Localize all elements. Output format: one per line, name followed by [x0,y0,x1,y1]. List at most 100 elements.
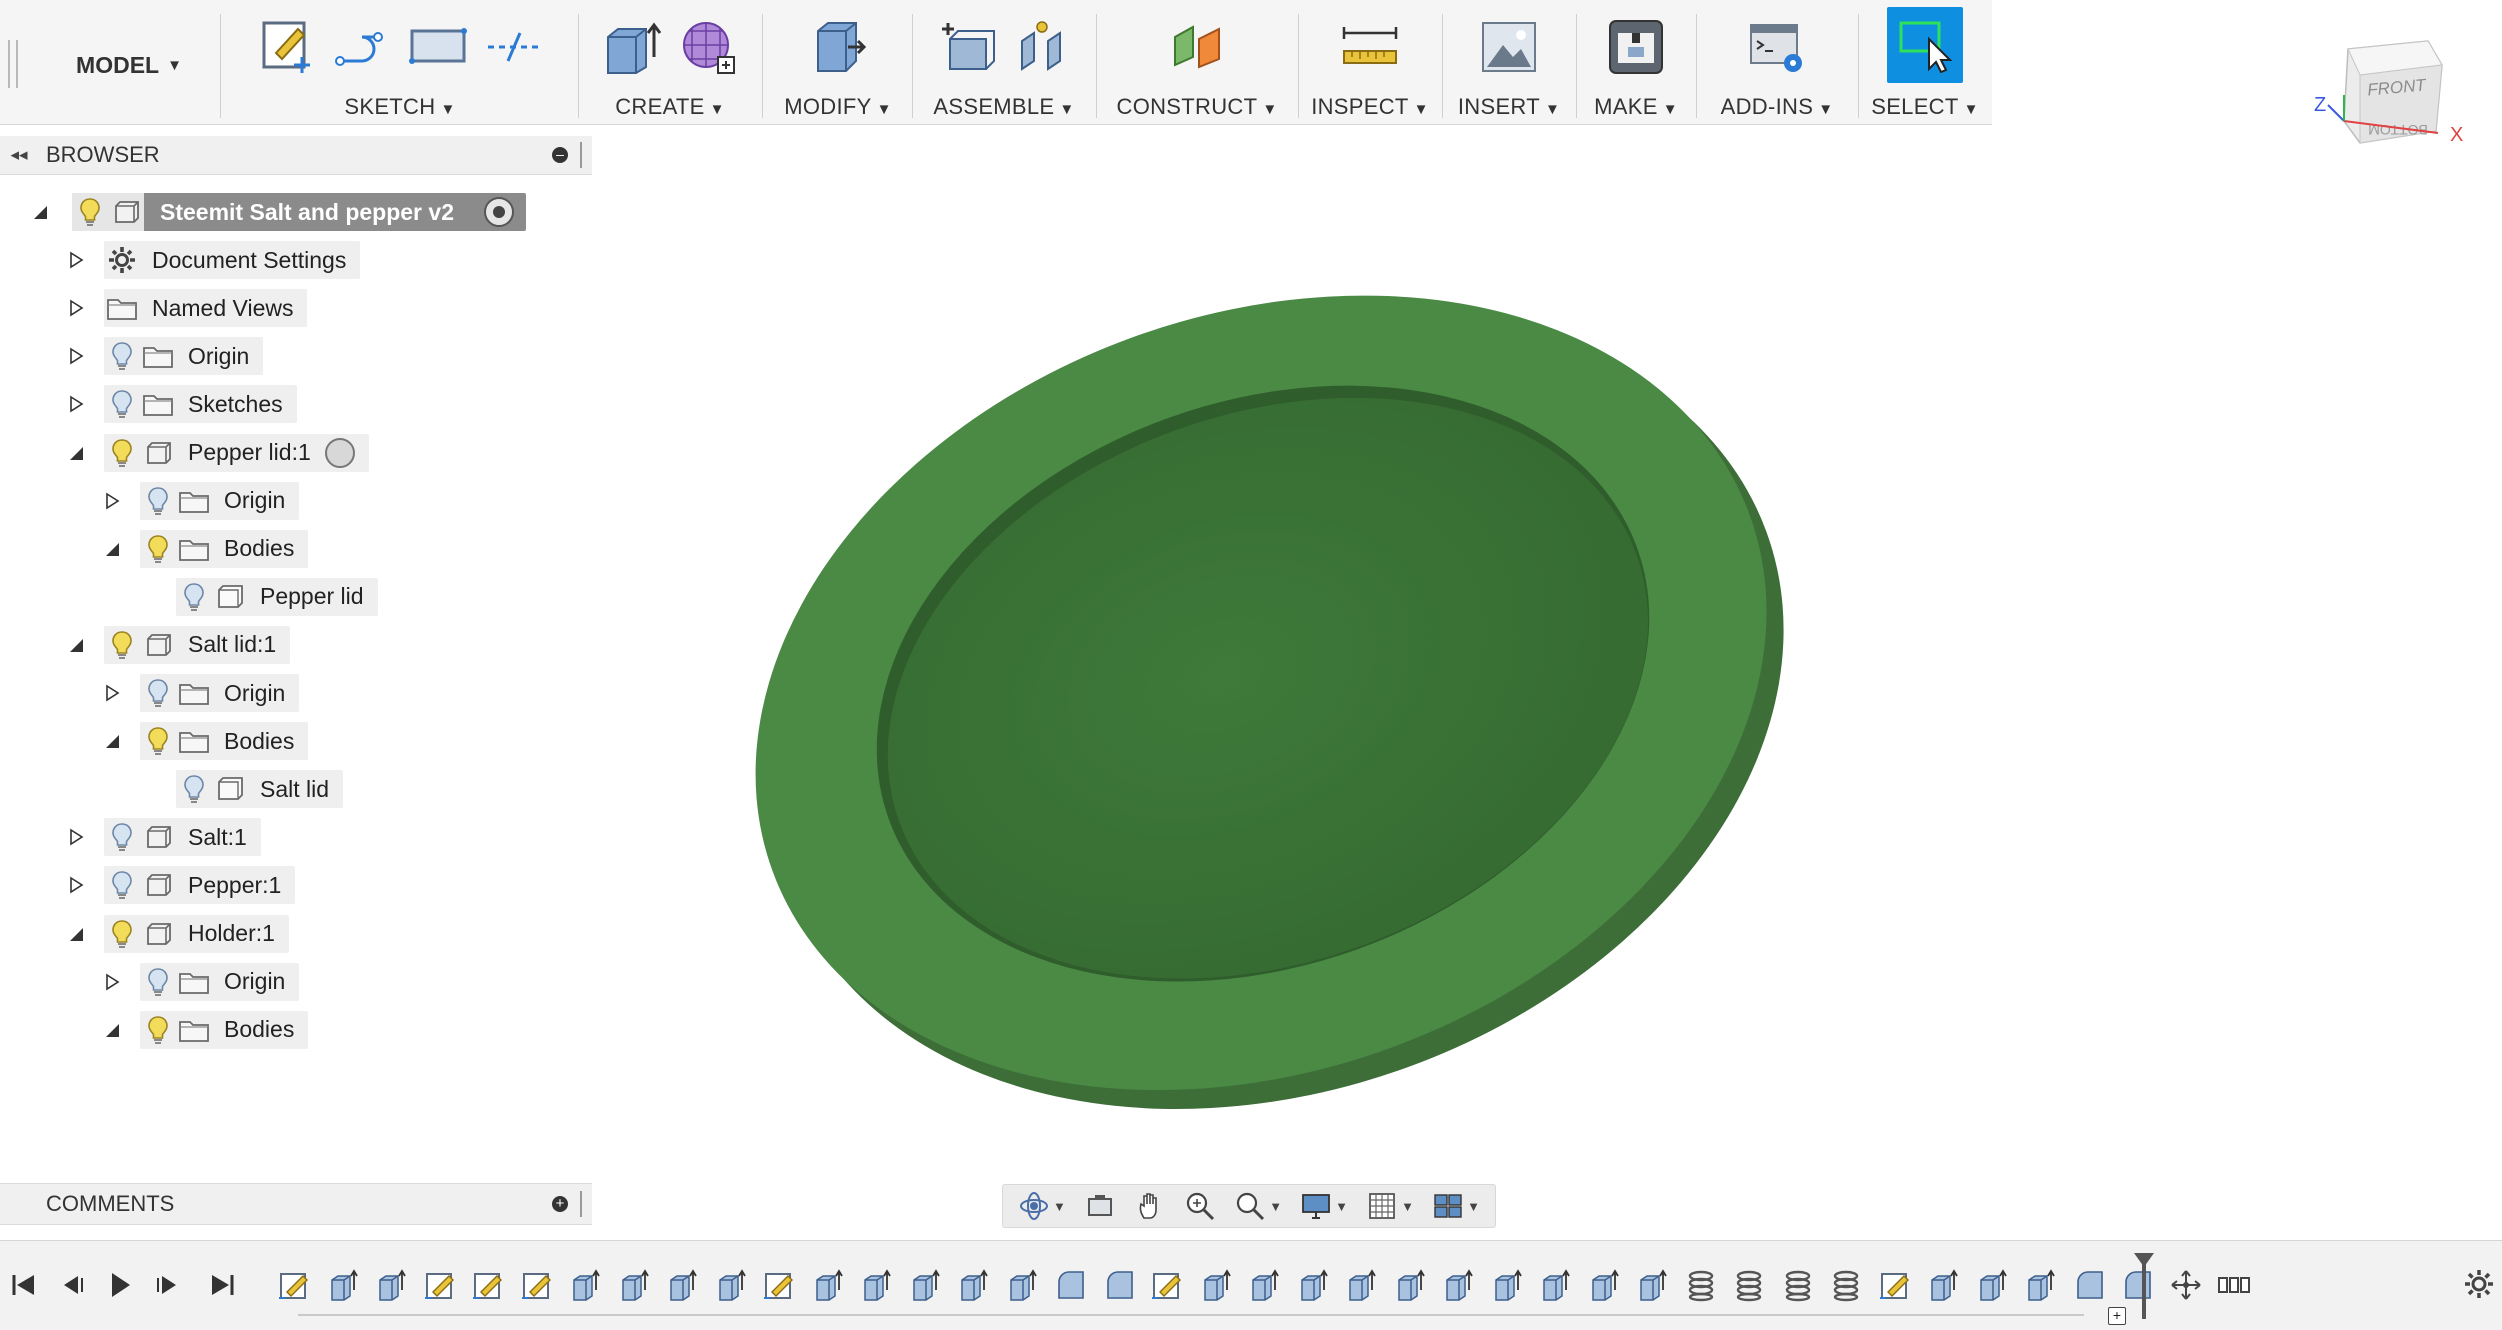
lightbulb-icon[interactable] [176,772,212,806]
go-to-start-button[interactable] [6,1267,42,1303]
workspace-switcher[interactable]: MODEL ▼ [44,30,214,100]
look-at-button[interactable] [1084,1190,1116,1222]
timeline-marker[interactable] [2142,1259,2146,1319]
toolbar-grip[interactable] [8,40,18,88]
timeline-feature-extrude[interactable] [1392,1267,1428,1303]
timeline-feature-extrude[interactable] [1004,1267,1040,1303]
timeline-feature-extrude[interactable] [1537,1267,1573,1303]
timeline-settings-button[interactable] [2462,1267,2498,1303]
lid-model[interactable] [720,225,1800,1155]
timeline-feature-extrude[interactable] [1440,1267,1476,1303]
timeline-feature-sketch[interactable] [519,1267,555,1303]
create-sketch-button[interactable] [255,16,317,78]
timeline-feature-extrude[interactable] [1198,1267,1234,1303]
timeline-feature-sketch[interactable] [761,1267,797,1303]
tree-expander[interactable] [102,731,122,751]
timeline-feature-move[interactable] [2168,1267,2204,1303]
add-ins-menu[interactable]: ADD-INS ▼ [1698,94,1856,120]
timeline-feature-fillet[interactable] [2119,1267,2155,1303]
modify-menu[interactable]: MODIFY ▼ [766,94,910,120]
tree-expander[interactable] [66,827,86,847]
tree-expander[interactable] [66,250,86,270]
tree-node[interactable]: Salt lid:1 [104,625,291,664]
lightbulb-icon[interactable] [176,580,212,614]
sketch-menu[interactable]: SKETCH ▼ [226,94,574,120]
tree-node[interactable]: Pepper:1 [104,866,296,905]
pane-resize-handle[interactable] [580,1191,586,1217]
tree-expander[interactable] [66,346,86,366]
tree-node[interactable]: Origin [140,962,300,1001]
timeline-feature-extrude[interactable] [373,1267,409,1303]
insert-menu[interactable]: INSERT ▼ [1444,94,1574,120]
zoom-button[interactable] [1184,1190,1216,1222]
timeline-feature-extrude[interactable] [955,1267,991,1303]
extrude-button[interactable] [601,16,663,78]
lightbulb-icon[interactable] [72,193,108,231]
timeline-feature-sketch[interactable] [1877,1267,1913,1303]
viewports-button[interactable]: ▼ [1432,1190,1480,1222]
add-comment-icon[interactable]: + [552,1196,568,1212]
tree-node[interactable]: Pepper lid [176,577,378,616]
scripts-addins-button[interactable] [1746,16,1808,78]
select-menu[interactable]: SELECT ▼ [1860,94,1990,120]
timeline-feature-extrude[interactable] [1925,1267,1961,1303]
tree-node[interactable]: Holder:1 [104,914,289,953]
line-button[interactable] [331,16,393,78]
timeline-feature-extrude[interactable] [1974,1267,2010,1303]
timeline-feature-fillet[interactable] [1101,1267,1137,1303]
construct-menu[interactable]: CONSTRUCT ▼ [1098,94,1296,120]
lightbulb-icon[interactable] [104,436,140,470]
tree-expander[interactable] [66,443,86,463]
tree-node[interactable]: Salt lid [176,770,344,809]
timeline-feature-extrude[interactable] [1489,1267,1525,1303]
lightbulb-icon[interactable] [140,965,176,999]
chevron-down-icon[interactable]: ▼ [1401,1199,1414,1214]
tree-expander[interactable] [66,298,86,318]
step-forward-button[interactable] [150,1267,186,1303]
joint-button[interactable] [1011,16,1073,78]
timeline-feature-coil[interactable] [1828,1267,1864,1303]
timeline-feature-extrude[interactable] [858,1267,894,1303]
tree-node[interactable]: Pepper lid:1 [104,433,369,472]
lightbulb-icon[interactable] [104,339,140,373]
tree-node[interactable]: Bodies [140,529,309,568]
insert-image-button[interactable] [1478,16,1540,78]
tree-node[interactable]: Document Settings [104,241,361,280]
step-back-button[interactable] [54,1267,90,1303]
timeline-feature-sketch[interactable] [276,1267,312,1303]
timeline-feature-extrude[interactable] [907,1267,943,1303]
orbit-button[interactable]: ▼ [1018,1190,1066,1222]
timeline-feature-sketch[interactable] [470,1267,506,1303]
timeline-feature-extrude[interactable] [1634,1267,1670,1303]
timeline-feature-extrude[interactable] [1343,1267,1379,1303]
model-viewport[interactable] [720,225,1800,1155]
timeline-feature-coil[interactable] [1731,1267,1767,1303]
timeline-feature-sketch[interactable] [1149,1267,1185,1303]
collapse-panel-icon[interactable]: ◂◂ [0,145,38,165]
pane-resize-handle[interactable] [580,142,586,168]
lightbulb-icon[interactable] [140,724,176,758]
pan-button[interactable] [1134,1190,1166,1222]
select-button[interactable] [1887,7,1963,83]
rectangle-button[interactable] [407,16,469,78]
construction-line-button[interactable] [483,16,545,78]
timeline-feature-extrude[interactable] [1295,1267,1331,1303]
make-menu[interactable]: MAKE ▼ [1578,94,1694,120]
timeline-feature-extrude[interactable] [713,1267,749,1303]
assemble-menu[interactable]: ASSEMBLE ▼ [914,94,1094,120]
viewcube[interactable]: FRONT BOTTOM X Z [2300,35,2480,175]
tree-expander[interactable] [102,539,122,559]
tree-node[interactable]: Sketches [104,385,297,424]
timeline-feature-fillet[interactable] [2071,1267,2107,1303]
go-to-end-button[interactable] [204,1267,240,1303]
create-form-button[interactable] [677,16,739,78]
tree-node[interactable]: Origin [104,337,264,376]
tree-expander[interactable] [30,202,50,222]
new-component-button[interactable] [935,16,997,78]
timeline-feature-group[interactable] [2216,1267,2252,1303]
lightbulb-icon[interactable] [104,820,140,854]
lightbulb-icon[interactable] [104,868,140,902]
lightbulb-icon[interactable] [140,1013,176,1047]
tree-expander[interactable] [102,683,122,703]
timeline-feature-extrude[interactable] [567,1267,603,1303]
